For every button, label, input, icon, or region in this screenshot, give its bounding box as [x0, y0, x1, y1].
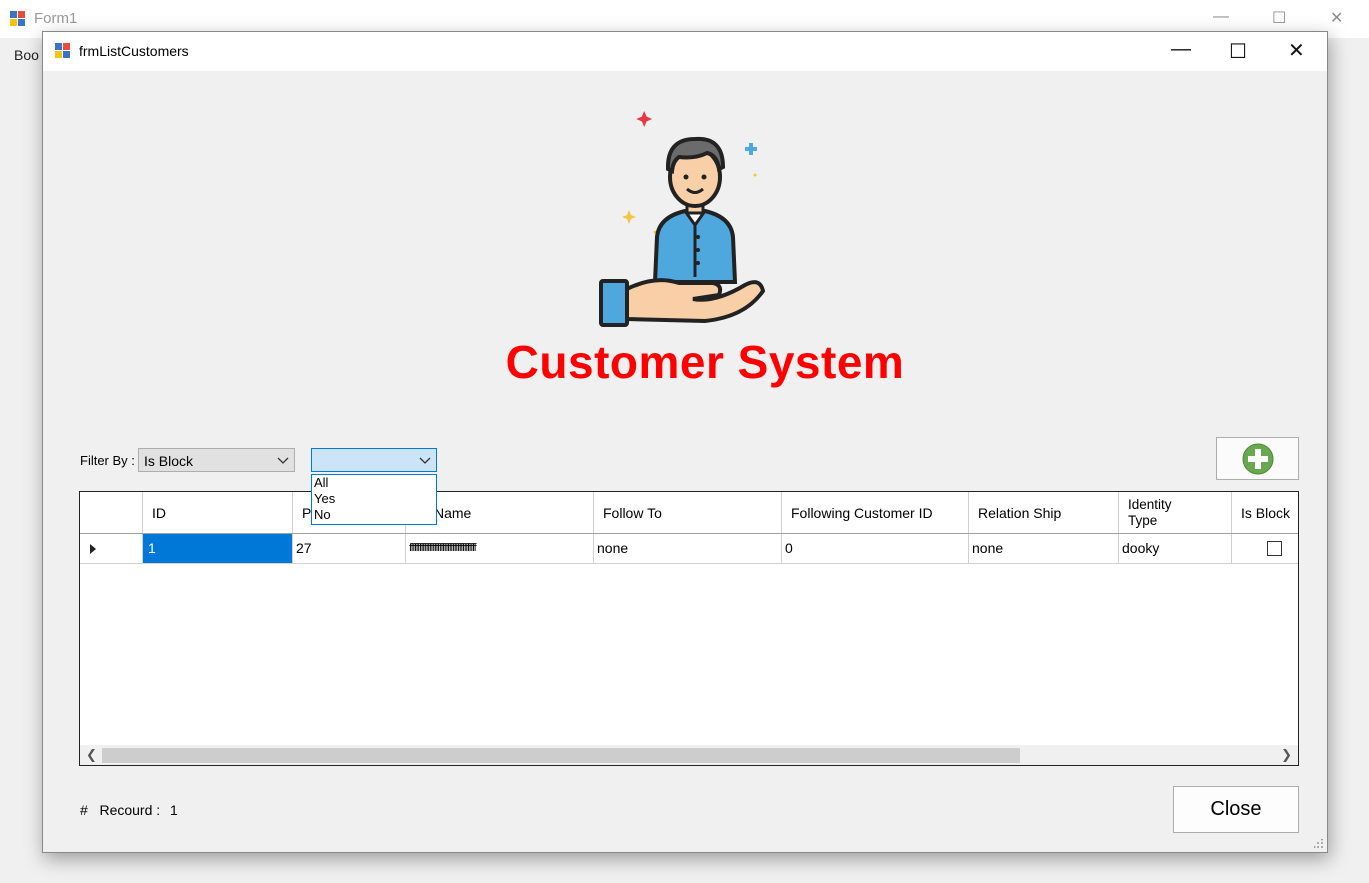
cell-follow-to[interactable]: none — [594, 534, 782, 563]
dialog-app-icon — [55, 43, 71, 59]
row-header-corner — [80, 492, 143, 533]
scroll-right-icon[interactable]: ❯ — [1281, 747, 1292, 763]
cell-identity-type[interactable]: dooky — [1119, 534, 1232, 563]
record-count-row: # Recourd : 1 — [80, 802, 178, 818]
is-block-checkbox[interactable] — [1267, 541, 1282, 556]
dialog-title: frmListCustomers — [79, 43, 189, 59]
maximize-icon[interactable]: ☐ — [1272, 8, 1286, 28]
dropdown-option-yes[interactable]: Yes — [312, 491, 436, 507]
add-customer-button[interactable] — [1216, 437, 1299, 480]
dropdown-option-no[interactable]: No — [312, 507, 436, 523]
form1-title: Form1 — [34, 10, 78, 27]
column-header-identity-type-label: Identity Type — [1128, 496, 1172, 528]
chevron-down-icon — [419, 457, 431, 464]
cell-relation-ship[interactable]: none — [969, 534, 1119, 563]
filter-label: Filter By : — [80, 453, 135, 468]
table-row[interactable]: 1 27 fffffffffffffffffffffffffffffffffff… — [80, 534, 1298, 564]
add-icon — [1242, 443, 1274, 475]
filter-by-combobox[interactable]: Is Block — [138, 448, 295, 472]
close-icon[interactable]: ✕ — [1288, 38, 1305, 63]
record-count: 1 — [170, 802, 178, 818]
column-header-following-customer-id[interactable]: Following Customer ID — [782, 492, 969, 533]
dialog-titlebar: frmListCustomers — ☐ ✕ — [43, 32, 1327, 71]
form1-menu-item[interactable]: Boo — [14, 47, 39, 63]
chevron-down-icon — [277, 457, 289, 464]
grid-header: ID P Name Follow To Following Customer I… — [80, 492, 1298, 534]
filter-by-value: Is Block — [144, 453, 194, 469]
minimize-icon[interactable]: — — [1171, 38, 1191, 61]
cell-p[interactable]: 27 — [293, 534, 406, 563]
filter-value-dropdown: All Yes No — [311, 474, 437, 525]
resize-grip-icon[interactable] — [1314, 839, 1324, 849]
cell-is-block — [1232, 534, 1298, 563]
column-header-id[interactable]: ID — [143, 492, 293, 533]
column-header-follow-to[interactable]: Follow To — [594, 492, 782, 533]
scrollbar-thumb[interactable] — [102, 748, 1020, 763]
customers-dialog: frmListCustomers — ☐ ✕ Customer System F… — [42, 31, 1328, 853]
cell-following-customer-id[interactable]: 0 — [782, 534, 969, 563]
app-heading: Customer System — [505, 336, 905, 388]
horizontal-scrollbar[interactable]: ❮ ❯ — [80, 745, 1298, 765]
dropdown-option-all[interactable]: All — [312, 475, 436, 491]
close-icon[interactable]: ✕ — [1330, 8, 1343, 28]
column-header-is-block[interactable]: Is Block — [1232, 492, 1298, 533]
record-label: # Recourd : — [80, 802, 161, 818]
scroll-left-icon[interactable]: ❮ — [86, 747, 97, 763]
row-header[interactable] — [80, 534, 143, 563]
minimize-icon[interactable]: — — [1213, 8, 1229, 26]
customer-service-illustration — [599, 111, 766, 327]
current-row-arrow-icon — [90, 544, 96, 554]
filter-value-combobox[interactable] — [311, 448, 437, 472]
cell-name[interactable]: ffffffffffffffffffffffffffffffffffffffff — [406, 534, 594, 563]
cell-id[interactable]: 1 — [143, 534, 293, 563]
app-icon — [10, 11, 26, 27]
close-button[interactable]: Close — [1173, 786, 1299, 833]
customers-grid[interactable]: ID P Name Follow To Following Customer I… — [79, 491, 1299, 766]
column-header-identity-type[interactable]: Identity Type — [1119, 492, 1232, 533]
column-header-relation-ship[interactable]: Relation Ship — [969, 492, 1119, 533]
maximize-icon[interactable]: ☐ — [1229, 39, 1247, 64]
